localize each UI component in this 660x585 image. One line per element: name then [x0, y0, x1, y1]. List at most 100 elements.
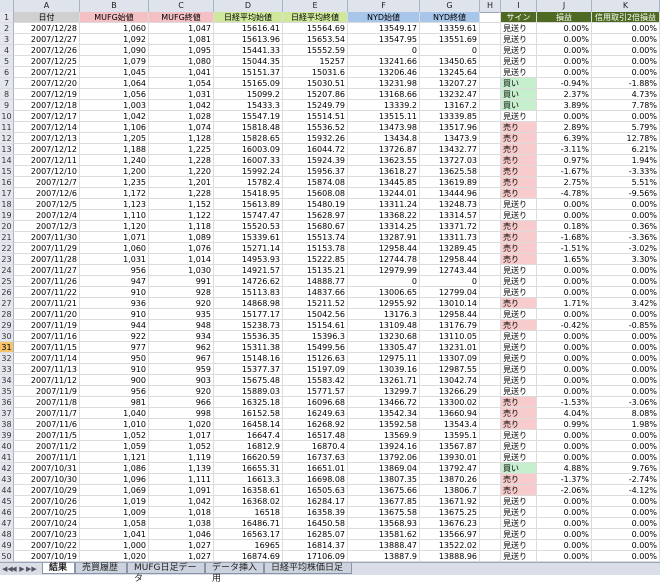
cell-g[interactable]: 12743.44 — [420, 265, 480, 276]
cell-f[interactable]: 13314.25 — [348, 221, 420, 232]
cell-g[interactable]: 13450.65 — [420, 56, 480, 67]
cell-b[interactable]: 1,003 — [80, 100, 149, 111]
cell-k[interactable]: 0.00% — [592, 386, 660, 397]
cell-k[interactable]: 0.00% — [592, 287, 660, 298]
cell-f[interactable]: 13206.46 — [348, 67, 420, 78]
cell-f[interactable]: 12744.78 — [348, 254, 420, 265]
cell-b[interactable]: 1,090 — [80, 45, 149, 56]
cell-k[interactable]: 0.00% — [592, 45, 660, 56]
cell-f[interactable]: 13726.87 — [348, 144, 420, 155]
cell-i[interactable]: 見送り — [501, 276, 537, 287]
cell-f[interactable]: 12975.11 — [348, 353, 420, 364]
cell-d[interactable]: 15148.16 — [214, 353, 283, 364]
cell-k[interactable]: 1.94% — [592, 155, 660, 166]
cell-e[interactable]: 16044.72 — [283, 144, 348, 155]
cell-d[interactable]: 15547.19 — [214, 111, 283, 122]
cell-f[interactable]: 13230.68 — [348, 331, 420, 342]
cell-h[interactable] — [480, 232, 501, 243]
cell-k[interactable]: 0.00% — [592, 507, 660, 518]
cell-h[interactable] — [480, 45, 501, 56]
cell-b[interactable]: 956 — [80, 265, 149, 276]
cell-i[interactable]: 見送り — [501, 518, 537, 529]
cell-f[interactable]: 13168.66 — [348, 89, 420, 100]
cell-e[interactable]: 15956.37 — [283, 166, 348, 177]
header-cell-b[interactable]: MUFG始値 — [80, 12, 149, 23]
cell-e[interactable]: 15583.42 — [283, 375, 348, 386]
cell-h[interactable] — [480, 111, 501, 122]
cell-e[interactable]: 15222.85 — [283, 254, 348, 265]
cell-c[interactable]: 962 — [149, 342, 214, 353]
cell-h[interactable] — [480, 507, 501, 518]
column-header-j[interactable]: J — [537, 0, 592, 12]
cell-g[interactable]: 12987.55 — [420, 364, 480, 375]
cell-h[interactable] — [480, 452, 501, 463]
cell-k[interactable]: 12.78% — [592, 133, 660, 144]
cell-c[interactable]: 1,152 — [149, 199, 214, 210]
cell-g[interactable]: 13207.27 — [420, 78, 480, 89]
cell-a[interactable]: 2007/12/18 — [14, 100, 80, 111]
cell-f[interactable]: 13466.72 — [348, 397, 420, 408]
cell-d[interactable]: 15113.83 — [214, 287, 283, 298]
cell-j[interactable]: 0.00% — [537, 518, 592, 529]
cell-a[interactable]: 2007/10/25 — [14, 507, 80, 518]
cell-j[interactable]: 0.00% — [537, 210, 592, 221]
cell-j[interactable]: 0.00% — [537, 452, 592, 463]
cell-a[interactable]: 2007/11/20 — [14, 309, 80, 320]
cell-d[interactable]: 15441.33 — [214, 45, 283, 56]
cell-d[interactable]: 15099.2 — [214, 89, 283, 100]
last-sheet-button[interactable]: ▶▶ — [26, 565, 37, 573]
cell-f[interactable]: 13592.58 — [348, 419, 420, 430]
cell-b[interactable]: 977 — [80, 342, 149, 353]
cell-j[interactable]: -1.67% — [537, 166, 592, 177]
cell-h[interactable] — [480, 408, 501, 419]
cell-b[interactable]: 900 — [80, 375, 149, 386]
cell-b[interactable]: 1,010 — [80, 419, 149, 430]
cell-i[interactable]: 売り — [501, 474, 537, 485]
cell-e[interactable]: 15153.78 — [283, 243, 348, 254]
cell-b[interactable]: 1,020 — [80, 551, 149, 562]
cell-b[interactable]: 1,071 — [80, 232, 149, 243]
cell-b[interactable]: 1,052 — [80, 430, 149, 441]
cell-h[interactable] — [480, 199, 501, 210]
cell-e[interactable]: 16284.17 — [283, 496, 348, 507]
cell-a[interactable]: 2007/10/22 — [14, 540, 80, 551]
cell-k[interactable]: 5.79% — [592, 122, 660, 133]
cell-h[interactable] — [480, 309, 501, 320]
cell-j[interactable]: -1.68% — [537, 232, 592, 243]
cell-e[interactable]: 16358.39 — [283, 507, 348, 518]
cell-c[interactable]: 1,220 — [149, 166, 214, 177]
cell-k[interactable]: -1.88% — [592, 78, 660, 89]
cell-j[interactable]: 0.00% — [537, 529, 592, 540]
cell-j[interactable]: 0.00% — [537, 276, 592, 287]
cell-h[interactable] — [480, 463, 501, 474]
cell-j[interactable]: -0.94% — [537, 78, 592, 89]
cell-c[interactable]: 1,046 — [149, 529, 214, 540]
column-header-e[interactable]: E — [283, 0, 348, 12]
cell-c[interactable]: 966 — [149, 397, 214, 408]
cell-h[interactable] — [480, 353, 501, 364]
cell-d[interactable]: 15165.09 — [214, 78, 283, 89]
cell-h[interactable] — [480, 265, 501, 276]
cell-b[interactable]: 1,240 — [80, 155, 149, 166]
cell-d[interactable]: 15675.48 — [214, 375, 283, 386]
cell-k[interactable]: 0.00% — [592, 111, 660, 122]
cell-h[interactable] — [480, 221, 501, 232]
cell-e[interactable]: 16249.63 — [283, 408, 348, 419]
row-header[interactable]: 41 — [0, 452, 14, 463]
cell-a[interactable]: 2007/12/12 — [14, 144, 80, 155]
cell-a[interactable]: 2007/10/19 — [14, 551, 80, 562]
cell-a[interactable]: 2007/11/5 — [14, 430, 80, 441]
cell-e[interactable]: 15874.08 — [283, 177, 348, 188]
cell-h[interactable] — [480, 551, 501, 562]
cell-f[interactable]: 13006.65 — [348, 287, 420, 298]
cell-j[interactable]: 0.00% — [537, 45, 592, 56]
cell-e[interactable]: 15771.57 — [283, 386, 348, 397]
cell-i[interactable]: 見送り — [501, 45, 537, 56]
cell-d[interactable]: 15339.61 — [214, 232, 283, 243]
cell-a[interactable]: 2007/10/24 — [14, 518, 80, 529]
cell-e[interactable]: 16517.48 — [283, 430, 348, 441]
cell-d[interactable]: 16007.33 — [214, 155, 283, 166]
sheet-tab-4[interactable]: 日経平均株価日足 — [264, 563, 352, 574]
cell-i[interactable]: 買い — [501, 78, 537, 89]
cell-e[interactable]: 16814.37 — [283, 540, 348, 551]
